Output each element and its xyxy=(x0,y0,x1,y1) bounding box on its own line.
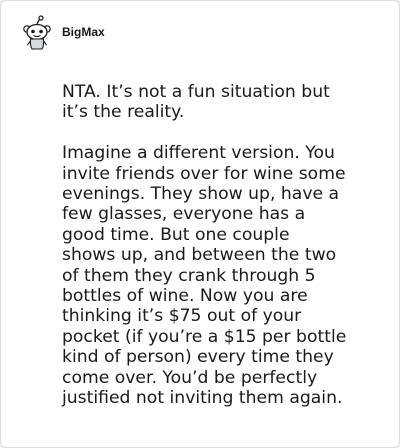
comment-body: NTA. It’s not a fun situation but it’s t… xyxy=(62,82,382,408)
comment-card: BigMax NTA. It’s not a fun situation but… xyxy=(0,0,400,448)
reddit-snoo-avatar-icon xyxy=(23,15,51,50)
avatar[interactable] xyxy=(21,15,53,51)
username[interactable]: BigMax xyxy=(62,25,105,39)
comment-header: BigMax xyxy=(21,15,105,51)
comment-paragraph: NTA. It’s not a fun situation but it’s t… xyxy=(62,82,330,123)
comment-paragraph: Imagine a different version. You invite … xyxy=(62,143,347,409)
